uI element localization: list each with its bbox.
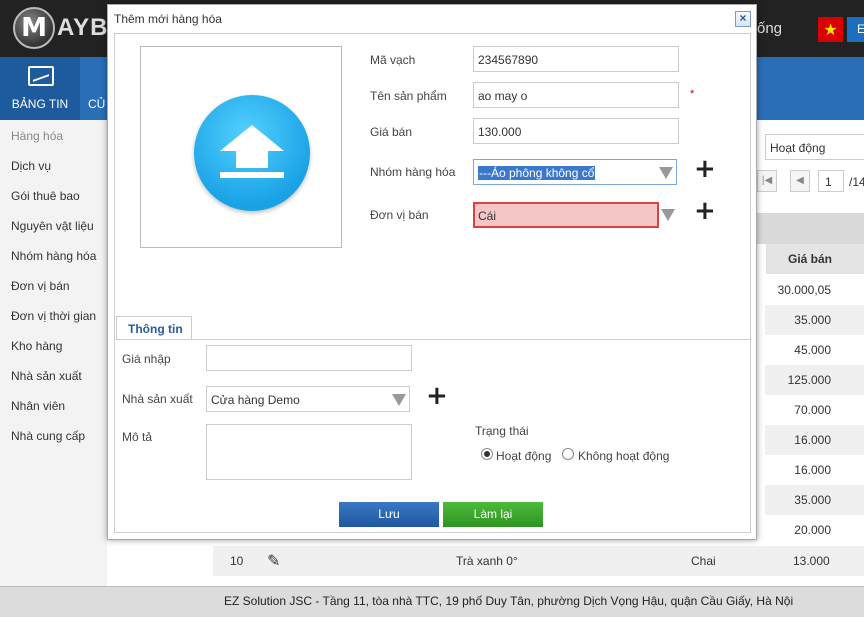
status-filter-select[interactable]: Hoạt động	[765, 134, 864, 160]
price-field[interactable]: 130.000	[473, 118, 679, 144]
language-button[interactable]: E	[847, 17, 864, 42]
dashboard-icon	[28, 66, 54, 86]
price-cell: 35.000	[765, 485, 864, 515]
import-price-label: Giá nhập	[122, 352, 171, 366]
import-price-field[interactable]	[206, 345, 412, 371]
add-group-plus-icon[interactable]: +	[694, 156, 716, 182]
description-textarea[interactable]	[206, 424, 412, 480]
row-name: Trà xanh 0°	[456, 554, 518, 568]
price-cell: 45.000	[794, 343, 831, 357]
add-manufacturer-plus-icon[interactable]: +	[426, 383, 448, 409]
reset-button[interactable]: Làm lại	[443, 502, 543, 527]
close-icon[interactable]: ×	[735, 11, 751, 27]
table-row[interactable]: 10 ✎ Trà xanh 0° Chai 13.000	[213, 546, 864, 576]
nav-dashboard-label: BẢNG TIN	[11, 97, 69, 111]
header-user-text[interactable]: ống	[757, 20, 782, 37]
dialog-title: Thêm mới hàng hóa	[114, 12, 222, 26]
row-price: 13.000	[793, 554, 830, 568]
price-cell: 20.000	[794, 523, 831, 537]
price-cell: 70.000	[794, 403, 831, 417]
price-label: Giá bán	[370, 125, 413, 139]
status-inactive-radio[interactable]	[562, 448, 574, 460]
product-name-label: Tên sản phẩm	[370, 89, 447, 103]
manufacturer-value: Cửa hàng Demo	[211, 393, 300, 407]
manufacturer-label: Nhà sản xuất	[122, 392, 193, 406]
sidebar-item-time-units[interactable]: Đơn vị thời gian	[11, 309, 96, 323]
status-active-label[interactable]: Hoạt động	[496, 449, 551, 463]
tab-divider	[116, 339, 750, 340]
product-group-value: ---Áo phông không cổ	[478, 166, 596, 180]
status-label: Trạng thái	[475, 424, 529, 438]
product-group-label: Nhóm hàng hóa	[370, 165, 456, 179]
nav-second-label[interactable]: CỦ	[88, 97, 105, 111]
logo-mark: M	[13, 7, 55, 49]
price-cell: 30.000,05	[777, 283, 831, 297]
sidebar-item-products[interactable]: Hàng hóa	[11, 129, 63, 143]
prev-page-icon[interactable]: ◀	[790, 170, 810, 192]
description-label: Mô tả	[122, 430, 153, 444]
barcode-field[interactable]: 234567890	[473, 46, 679, 72]
nav-dashboard[interactable]: BẢNG TIN	[0, 57, 80, 120]
sidebar-item-services[interactable]: Dịch vụ	[11, 159, 51, 173]
chevron-down-icon[interactable]	[661, 209, 675, 221]
edit-pencil-icon[interactable]: ✎	[267, 551, 280, 571]
save-button[interactable]: Lưu	[339, 502, 439, 527]
product-name-field[interactable]: ao may o	[473, 82, 679, 108]
status-active-radio[interactable]	[481, 448, 493, 460]
barcode-label: Mã vạch	[370, 53, 416, 67]
upload-icon	[194, 95, 310, 211]
product-image-upload[interactable]	[140, 46, 342, 248]
price-column-header[interactable]: Giá bán	[765, 244, 864, 274]
product-group-select[interactable]: ---Áo phông không cổ	[473, 159, 677, 185]
page-total: /14	[849, 175, 864, 189]
vietnam-flag-icon[interactable]: ★	[818, 17, 843, 42]
sale-unit-select[interactable]: Cái	[473, 202, 659, 228]
price-cell: 125.000	[765, 365, 864, 395]
tab-info[interactable]: Thông tin	[116, 316, 192, 340]
page-number-input[interactable]: 1	[818, 170, 844, 192]
sale-unit-label: Đơn vị bán	[370, 208, 429, 222]
sidebar-item-units[interactable]: Đơn vị bán	[11, 279, 70, 293]
price-cell: 35.000	[765, 305, 864, 335]
sidebar-item-subscriptions[interactable]: Gói thuê bao	[11, 189, 80, 203]
first-page-icon[interactable]: |◀	[757, 170, 777, 192]
sidebar: Hàng hóa Dịch vụ Gói thuê bao Nguyên vật…	[0, 120, 107, 586]
sidebar-item-manufacturers[interactable]: Nhà sản xuất	[11, 369, 82, 383]
required-mark: *	[690, 88, 695, 100]
sidebar-item-materials[interactable]: Nguyên vật liệu	[11, 219, 94, 233]
row-unit: Chai	[691, 554, 716, 568]
row-index: 10	[230, 554, 244, 568]
manufacturer-select[interactable]: Cửa hàng Demo	[206, 386, 410, 412]
status-inactive-label[interactable]: Không hoạt động	[578, 449, 669, 463]
footer: EZ Solution JSC - Tầng 11, tòa nhà TTC, …	[0, 586, 864, 617]
footer-address: EZ Solution JSC - Tầng 11, tòa nhà TTC, …	[224, 594, 794, 608]
chevron-down-icon	[659, 167, 673, 179]
price-cell: 16.000	[765, 425, 864, 455]
sidebar-item-suppliers[interactable]: Nhà cung cấp	[11, 429, 85, 443]
sidebar-item-warehouses[interactable]: Kho hàng	[11, 339, 62, 353]
sidebar-item-staff[interactable]: Nhân viên	[11, 399, 65, 413]
price-cell: 16.000	[794, 463, 831, 477]
chevron-down-icon	[392, 394, 406, 406]
add-unit-plus-icon[interactable]: +	[694, 198, 716, 224]
sidebar-item-product-groups[interactable]: Nhóm hàng hóa	[11, 249, 96, 263]
